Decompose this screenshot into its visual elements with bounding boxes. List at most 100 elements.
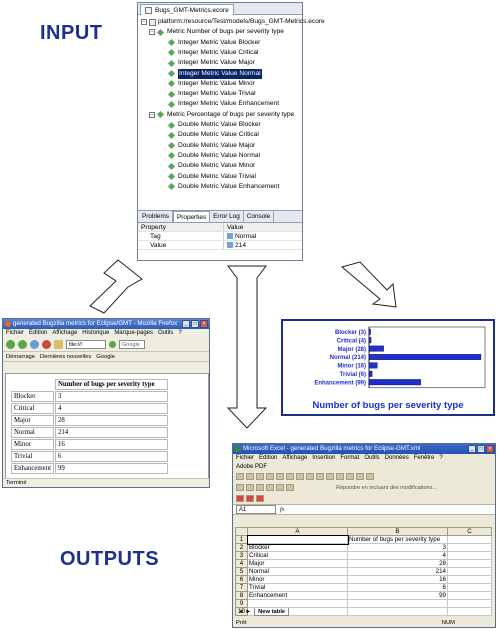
row-header[interactable]: 8: [235, 591, 248, 600]
collapse-toggle-icon[interactable]: −: [149, 29, 155, 36]
reply-with-changes[interactable]: Répondre en incluant des modifications..…: [336, 485, 437, 491]
cell[interactable]: [447, 535, 492, 544]
count-cell[interactable]: 6: [347, 583, 448, 592]
menu-item[interactable]: Fichier: [236, 454, 254, 463]
menu-item[interactable]: ?: [439, 454, 442, 463]
name-box[interactable]: A1: [236, 505, 276, 514]
column-header[interactable]: C: [447, 527, 492, 536]
preview-icon[interactable]: [276, 473, 284, 480]
cell[interactable]: [447, 583, 492, 592]
back-icon[interactable]: [6, 340, 15, 349]
menu-item[interactable]: Fichier: [6, 329, 24, 338]
row-header[interactable]: 6: [235, 575, 248, 584]
cell[interactable]: [447, 559, 492, 568]
cell[interactable]: [247, 599, 348, 608]
tree-node-value[interactable]: Double Metric Value Normal: [167, 151, 260, 161]
go-icon[interactable]: [109, 341, 116, 348]
pdf-icon[interactable]: [236, 495, 244, 502]
tree-node-value[interactable]: Double Metric Value Blocker: [167, 120, 261, 130]
menu-item[interactable]: ?: [178, 329, 181, 338]
minimize-icon[interactable]: _: [182, 320, 190, 328]
tree-node-metric[interactable]: − Metric Number of bugs per severity type: [149, 27, 284, 37]
menu-item[interactable]: Outils: [158, 329, 173, 338]
row-header[interactable]: 4: [235, 559, 248, 568]
count-cell[interactable]: 4: [347, 551, 448, 560]
cell[interactable]: [447, 599, 492, 608]
toolbar-icon[interactable]: [246, 484, 254, 491]
row-header[interactable]: 2: [235, 543, 248, 552]
editor-tab[interactable]: Bugs_GMT-Metrics.ecore: [140, 4, 234, 15]
copy-icon[interactable]: [306, 473, 314, 480]
row-header[interactable]: 5: [235, 567, 248, 576]
tree-node-value[interactable]: Integer Metric Value Trivial: [167, 89, 256, 99]
row-header[interactable]: 1: [235, 535, 248, 544]
sheet-tab[interactable]: New table: [254, 608, 290, 616]
count-cell[interactable]: 28: [347, 559, 448, 568]
menu-item[interactable]: Format: [340, 454, 359, 463]
row-header[interactable]: 3: [235, 551, 248, 560]
menu-item[interactable]: Outils: [364, 454, 379, 463]
menu-item[interactable]: Édition: [29, 329, 47, 338]
menu-item[interactable]: Historique: [82, 329, 109, 338]
home-icon[interactable]: [54, 340, 63, 349]
menu-item[interactable]: Fenêtre: [414, 454, 435, 463]
column-header[interactable]: A: [247, 527, 348, 536]
tree-node-value[interactable]: Integer Metric Value Critical: [167, 48, 259, 58]
tree-node-value[interactable]: Double Metric Value Minor: [167, 161, 255, 171]
adobe-pdf-menu[interactable]: Adobe PDF: [236, 463, 267, 471]
cell[interactable]: [447, 591, 492, 600]
count-cell[interactable]: 3: [347, 543, 448, 552]
sheet-nav-icon[interactable]: ◄ ►: [238, 608, 251, 616]
cell-a1[interactable]: [246, 534, 349, 545]
save-icon[interactable]: [256, 473, 264, 480]
stop-icon[interactable]: [42, 340, 51, 349]
tree-node-value[interactable]: Double Metric Value Enhancement: [167, 182, 279, 192]
bookmark-item[interactable]: Dernières nouvelles: [40, 352, 91, 361]
cut-icon[interactable]: [296, 473, 304, 480]
cell[interactable]: [447, 543, 492, 552]
pdf-icon[interactable]: [246, 495, 254, 502]
row-header[interactable]: 9: [235, 599, 248, 608]
tree-node-value[interactable]: Integer Metric Value Minor: [167, 79, 255, 89]
minimize-icon[interactable]: _: [468, 445, 476, 453]
close-icon[interactable]: ×: [200, 320, 208, 328]
cell[interactable]: [447, 567, 492, 576]
view-tab-error-log[interactable]: Error Log: [210, 211, 244, 222]
paste-icon[interactable]: [316, 473, 324, 480]
tree-node-value[interactable]: Integer Metric Value Major: [167, 58, 255, 68]
collapse-toggle-icon[interactable]: −: [141, 19, 147, 25]
toolbar-icon[interactable]: [256, 484, 264, 491]
sum-icon[interactable]: [346, 473, 354, 480]
view-tab-properties[interactable]: Properties: [173, 211, 211, 222]
cell[interactable]: [447, 551, 492, 560]
severity-cell[interactable]: Normal: [247, 567, 348, 576]
severity-cell[interactable]: Trivial: [247, 583, 348, 592]
count-cell[interactable]: 16: [347, 575, 448, 584]
print-icon[interactable]: [266, 473, 274, 480]
redo-icon[interactable]: [336, 473, 344, 480]
property-row-value[interactable]: Value 214: [138, 241, 302, 250]
search-input[interactable]: Google: [119, 340, 145, 349]
tree-node-resource[interactable]: − platform:/resource/Test/models/Bugs_GMT…: [141, 17, 325, 27]
menu-item[interactable]: Affichage: [52, 329, 77, 338]
tree-node-value[interactable]: Integer Metric Value Normal: [167, 68, 262, 79]
undo-icon[interactable]: [326, 473, 334, 480]
forward-icon[interactable]: [18, 340, 27, 349]
count-cell[interactable]: 214: [347, 567, 448, 576]
cell-b1[interactable]: Number of bugs per severity type: [347, 535, 448, 544]
corner-cell[interactable]: [235, 527, 248, 536]
sort-icon[interactable]: [356, 473, 364, 480]
url-input[interactable]: file:///: [66, 340, 106, 349]
menu-item[interactable]: Affichage: [282, 454, 307, 463]
close-icon[interactable]: ×: [486, 445, 494, 453]
menu-item[interactable]: Données: [385, 454, 409, 463]
tree-node-value[interactable]: Double Metric Value Critical: [167, 130, 259, 140]
open-icon[interactable]: [246, 473, 254, 480]
menu-item[interactable]: Insertion: [312, 454, 335, 463]
toolbar-icon[interactable]: [286, 484, 294, 491]
severity-cell[interactable]: Blocker: [247, 543, 348, 552]
tree-node-value[interactable]: Integer Metric Value Enhancement: [167, 99, 279, 109]
tree-node-value[interactable]: Integer Metric Value Blocker: [167, 38, 260, 48]
bookmark-item[interactable]: Google: [96, 352, 115, 361]
severity-cell[interactable]: Minor: [247, 575, 348, 584]
